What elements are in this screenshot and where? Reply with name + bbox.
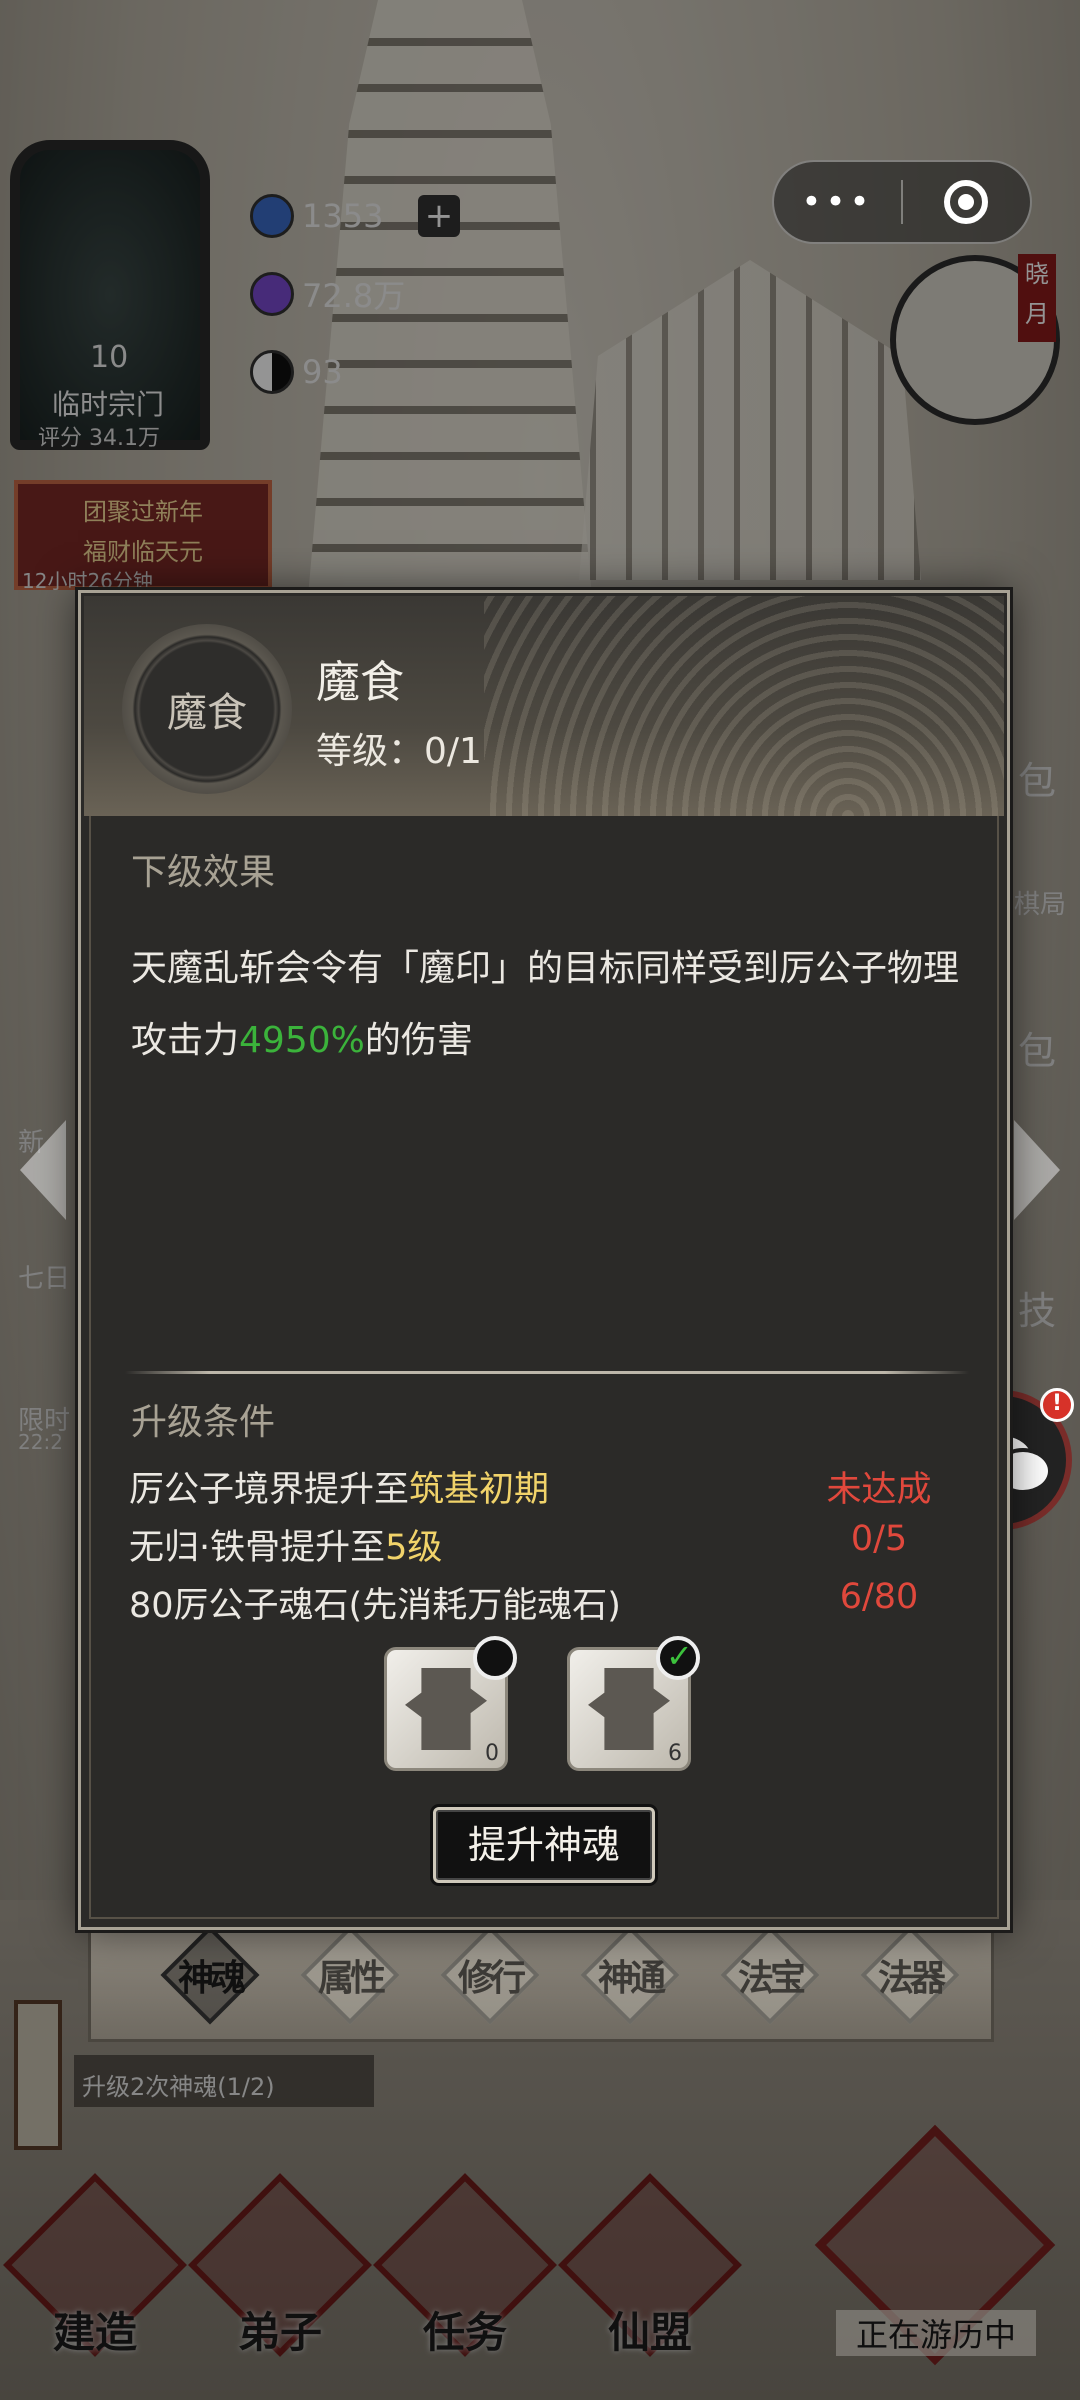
tab-attributes[interactable]: 属性: [291, 1925, 409, 2025]
item-count: 0: [485, 1741, 499, 1766]
universal-soul-stone-item[interactable]: 6: [567, 1636, 700, 1771]
tab-treasure[interactable]: 法宝: [711, 1925, 829, 2025]
effect-description: 天魔乱斩会令有「魔印」的目标同样受到厉公子物理攻击力4950%的伤害: [131, 933, 971, 1077]
skill-level: 等级：0/1: [316, 731, 482, 772]
target-icon: [944, 180, 989, 224]
skill-icon-text: 魔食: [167, 690, 247, 736]
skill-name: 魔食: [316, 657, 404, 708]
tab-soul[interactable]: 神魂: [151, 1925, 269, 2025]
prev-arrow-icon[interactable]: [20, 1120, 66, 1220]
next-effect-title: 下级效果: [131, 852, 276, 893]
item-count: 6: [668, 1741, 682, 1766]
close-miniprogram-button[interactable]: [903, 180, 1030, 224]
condition-desc: 80厉公子魂石(先消耗万能魂石): [129, 1586, 621, 1626]
effect-percentage: 4950%: [239, 1020, 365, 1061]
tab-label: 属性: [317, 1958, 386, 1999]
tab-divine-skills[interactable]: 神通: [571, 1925, 689, 2025]
tab-label: 神通: [597, 1958, 666, 1999]
skill-icon: 魔食: [122, 624, 292, 794]
condition-status: 6/80: [839, 1577, 919, 1617]
next-arrow-icon[interactable]: [1014, 1120, 1060, 1220]
condition-desc: 无归·铁骨提升至5级: [129, 1528, 443, 1568]
miniprogram-capsule: •••: [772, 160, 1032, 244]
condition-row: 厉公子境界提升至筑基初期 未达成: [129, 1461, 969, 1519]
notification-badge: !: [1040, 1388, 1074, 1422]
wave-pattern: [484, 596, 1004, 816]
upgrade-conditions-title: 升级条件: [131, 1402, 276, 1443]
condition-desc: 厉公子境界提升至筑基初期: [129, 1470, 550, 1510]
tab-label: 法宝: [737, 1958, 806, 1999]
unchecked-badge-icon: [473, 1636, 517, 1680]
tab-label: 法器: [877, 1958, 946, 1999]
skill-tab-bar: 神魂 属性 修行 神通 法宝 法器: [88, 1920, 994, 2042]
condition-row: 80厉公子魂石(先消耗万能魂石) 6/80: [129, 1577, 969, 1635]
skill-detail-modal: 魔食 魔食 等级：0/1 下级效果 天魔乱斩会令有「魔印」的目标同样受到厉公子物…: [78, 590, 1010, 1930]
tab-label: 修行: [457, 1958, 526, 1999]
more-options-button[interactable]: •••: [774, 182, 901, 222]
puzzle-piece-icon: [405, 1668, 487, 1750]
section-divider: [125, 1371, 969, 1374]
tab-cultivation[interactable]: 修行: [431, 1925, 549, 2025]
upgrade-soul-button[interactable]: 提升神魂: [433, 1807, 655, 1883]
puzzle-piece-icon: [588, 1668, 670, 1750]
condition-status: 0/5: [850, 1519, 908, 1559]
tab-artifact[interactable]: 法器: [851, 1925, 969, 2025]
tab-label: 神魂: [177, 1958, 246, 1999]
condition-status: 未达成: [826, 1470, 932, 1510]
condition-row: 无归·铁骨提升至5级 0/5: [129, 1519, 969, 1577]
modal-header: 魔食 魔食 等级：0/1: [84, 596, 1004, 816]
check-badge-icon: [656, 1636, 700, 1680]
effect-text-part: 的伤害: [364, 1020, 473, 1061]
soul-stone-item[interactable]: 0: [384, 1636, 517, 1771]
